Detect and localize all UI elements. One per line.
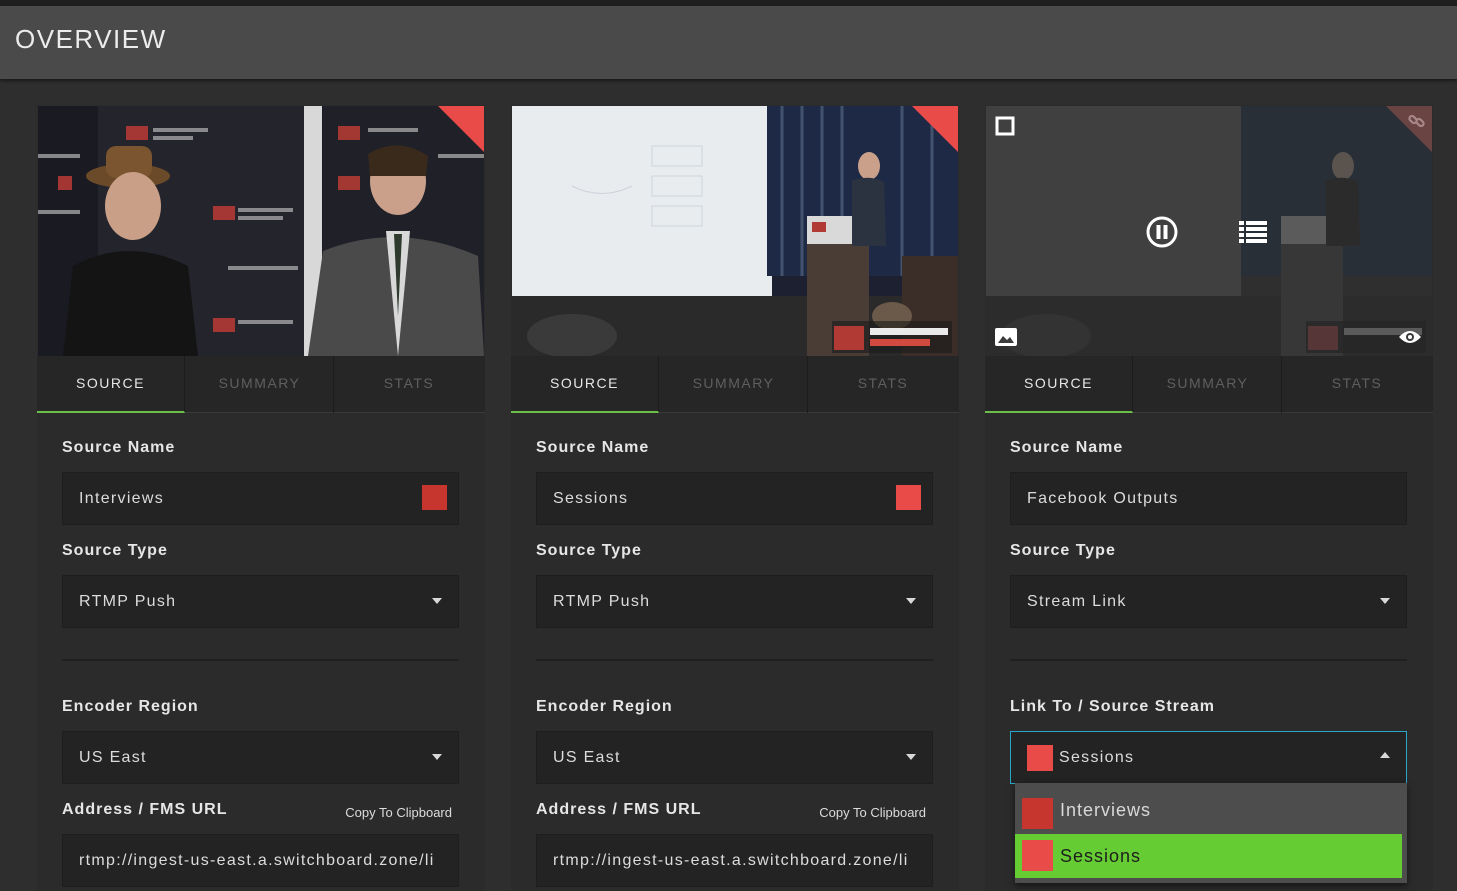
tab-stats[interactable]: STATS (1283, 356, 1431, 413)
dropdown-option-sessions[interactable]: Sessions (1015, 834, 1402, 878)
option-label: Interviews (1060, 800, 1152, 820)
address-label: Address / FMS URL (536, 801, 702, 818)
copy-to-clipboard-link[interactable]: Copy To Clipboard (819, 805, 926, 820)
image-icon[interactable] (995, 328, 1017, 346)
video-thumbnail[interactable] (512, 106, 958, 356)
source-name-value: Facebook Outputs (1027, 490, 1179, 507)
checkbox-icon[interactable] (995, 116, 1015, 136)
source-type-value: Stream Link (1027, 593, 1127, 610)
address-field[interactable]: rtmp://ingest-us-east.a.switchboard.zone… (62, 834, 459, 887)
link-to-dropdown-menu: Interviews Sessions (1015, 783, 1407, 883)
option-label: Sessions (1060, 846, 1142, 866)
source-name-field[interactable]: Sessions (536, 472, 933, 525)
tab-source[interactable]: SOURCE (511, 356, 659, 413)
source-type-label: Source Type (536, 542, 642, 559)
source-name-label: Source Name (62, 439, 176, 456)
encoder-region-value: US East (79, 749, 147, 766)
encoder-region-value: US East (553, 749, 621, 766)
source-name-label: Source Name (1010, 439, 1124, 456)
link-to-label: Link To / Source Stream (1010, 698, 1215, 715)
source-name-field[interactable]: Interviews (62, 472, 459, 525)
source-card-interviews: SOURCE SUMMARY STATS Source Name Intervi… (37, 105, 485, 891)
encoder-region-label: Encoder Region (62, 698, 199, 715)
card-tabs: SOURCE SUMMARY STATS (37, 356, 485, 413)
encoder-region-select[interactable]: US East (62, 731, 459, 784)
tab-source[interactable]: SOURCE (985, 356, 1133, 413)
address-value: rtmp://ingest-us-east.a.switchboard.zone… (79, 852, 435, 869)
encoder-region-label: Encoder Region (536, 698, 673, 715)
source-name-value: Interviews (79, 490, 165, 507)
address-value: rtmp://ingest-us-east.a.switchboard.zone… (553, 852, 909, 869)
source-type-value: RTMP Push (553, 593, 651, 610)
dropdown-option-interviews[interactable]: Interviews (1015, 788, 1407, 832)
link-icon[interactable] (1406, 110, 1428, 132)
pause-icon[interactable] (1145, 215, 1179, 249)
status-corner (438, 106, 484, 152)
chevron-down-icon (432, 598, 442, 604)
selected-color-swatch (1027, 745, 1053, 771)
source-type-select[interactable]: RTMP Push (62, 575, 459, 628)
tab-stats[interactable]: STATS (809, 356, 957, 413)
list-icon[interactable] (1239, 220, 1267, 244)
source-type-label: Source Type (62, 542, 168, 559)
encoder-region-select[interactable]: US East (536, 731, 933, 784)
option-color-swatch (1022, 798, 1053, 829)
link-to-value: Sessions (1059, 749, 1135, 766)
color-swatch[interactable] (896, 485, 921, 510)
tab-summary[interactable]: SUMMARY (660, 356, 808, 413)
source-type-label: Source Type (1010, 542, 1116, 559)
status-corner (912, 106, 958, 152)
tab-summary[interactable]: SUMMARY (186, 356, 334, 413)
color-swatch[interactable] (422, 485, 447, 510)
source-type-value: RTMP Push (79, 593, 177, 610)
address-field[interactable]: rtmp://ingest-us-east.a.switchboard.zone… (536, 834, 933, 887)
link-to-select[interactable]: Sessions (1010, 731, 1407, 784)
chevron-down-icon (906, 754, 916, 760)
tab-stats[interactable]: STATS (335, 356, 483, 413)
divider (1010, 659, 1407, 661)
card-tabs: SOURCE SUMMARY STATS (511, 356, 959, 413)
source-name-label: Source Name (536, 439, 650, 456)
chevron-down-icon (432, 754, 442, 760)
copy-to-clipboard-link[interactable]: Copy To Clipboard (345, 805, 452, 820)
tab-source[interactable]: SOURCE (37, 356, 185, 413)
source-name-value: Sessions (553, 490, 629, 507)
page-header: OVERVIEW (0, 6, 1457, 79)
tab-summary[interactable]: SUMMARY (1134, 356, 1282, 413)
eye-icon[interactable] (1398, 329, 1422, 345)
divider (536, 659, 933, 661)
source-type-select[interactable]: Stream Link (1010, 575, 1407, 628)
video-thumbnail[interactable] (38, 106, 484, 356)
address-label: Address / FMS URL (62, 801, 228, 818)
chevron-up-icon (1380, 752, 1390, 758)
video-thumbnail[interactable] (986, 106, 1432, 356)
source-card-facebook-outputs: SOURCE SUMMARY STATS Source Name Faceboo… (985, 105, 1433, 891)
option-color-swatch (1022, 840, 1053, 871)
source-name-field[interactable]: Facebook Outputs (1010, 472, 1407, 525)
card-tabs: SOURCE SUMMARY STATS (985, 356, 1433, 413)
chevron-down-icon (906, 598, 916, 604)
page-title: OVERVIEW (15, 24, 167, 54)
source-type-select[interactable]: RTMP Push (536, 575, 933, 628)
chevron-down-icon (1380, 598, 1390, 604)
source-card-sessions: SOURCE SUMMARY STATS Source Name Session… (511, 105, 959, 891)
divider (62, 659, 459, 661)
